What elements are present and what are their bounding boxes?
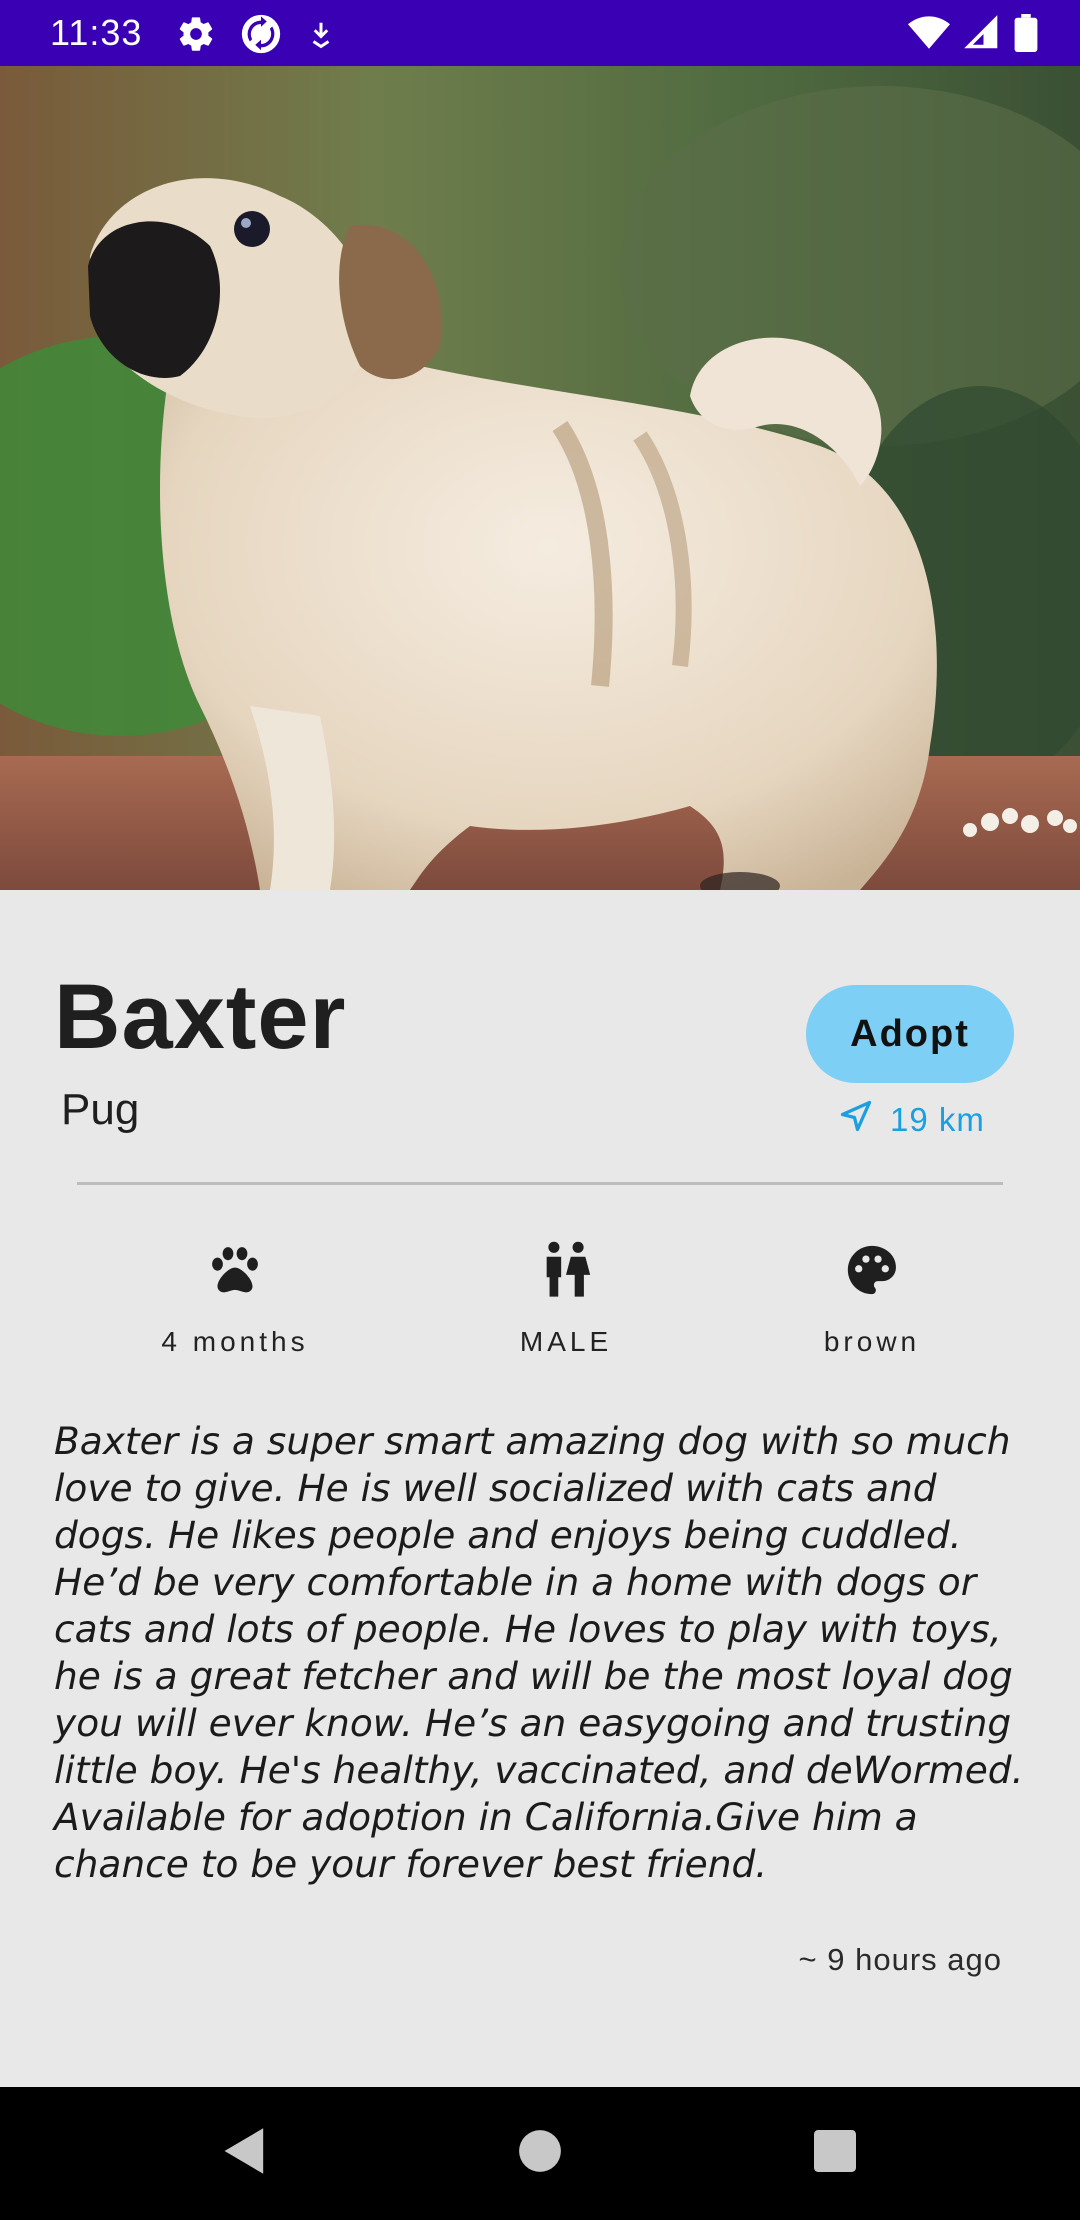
home-button[interactable] xyxy=(510,2123,570,2183)
divider xyxy=(77,1182,1003,1185)
pet-description: Baxter is a super smart amazing dog with… xyxy=(54,1419,1024,1886)
recents-icon xyxy=(814,2129,856,2177)
status-bar: 11:33 xyxy=(0,0,1080,66)
download-arrow-icon xyxy=(306,17,336,56)
pet-details: Baxter Pug Adopt 19 km 4 months MALE bro… xyxy=(0,890,1080,2087)
status-left-icons xyxy=(176,11,336,62)
palette-icon xyxy=(843,1241,901,1304)
pet-name: Baxter xyxy=(54,966,347,1068)
attribute-label: 4 months xyxy=(161,1326,309,1357)
gender-icon xyxy=(541,1241,591,1304)
back-icon xyxy=(222,2126,268,2181)
pet-photo xyxy=(0,66,1080,890)
posted-timestamp: ~ 9 hours ago xyxy=(798,1942,1002,1977)
navigation-bar xyxy=(0,2087,1080,2220)
navigation-arrow-icon xyxy=(838,1098,874,1142)
home-icon xyxy=(518,2129,562,2178)
distance: 19 km xyxy=(838,1095,985,1145)
gear-icon xyxy=(176,14,216,59)
status-time: 11:33 xyxy=(50,12,143,53)
adopt-button[interactable]: Adopt xyxy=(806,985,1014,1083)
pet-breed: Pug xyxy=(61,1085,140,1134)
attribute-age: 4 months xyxy=(105,1240,365,1358)
battery-icon xyxy=(1014,14,1038,57)
wifi-icon xyxy=(908,15,950,56)
attribute-label: MALE xyxy=(519,1326,613,1357)
distance-value: 19 km xyxy=(890,1101,985,1138)
cell-signal-icon xyxy=(964,15,1000,56)
attribute-label: brown xyxy=(823,1326,921,1357)
attribute-gender: MALE xyxy=(436,1240,696,1358)
back-button[interactable] xyxy=(215,2123,275,2183)
status-right-icons xyxy=(908,14,1038,57)
recents-button[interactable] xyxy=(805,2123,865,2183)
attribute-color: brown xyxy=(742,1240,1002,1358)
paw-icon xyxy=(206,1242,264,1303)
sync-icon xyxy=(238,11,284,62)
